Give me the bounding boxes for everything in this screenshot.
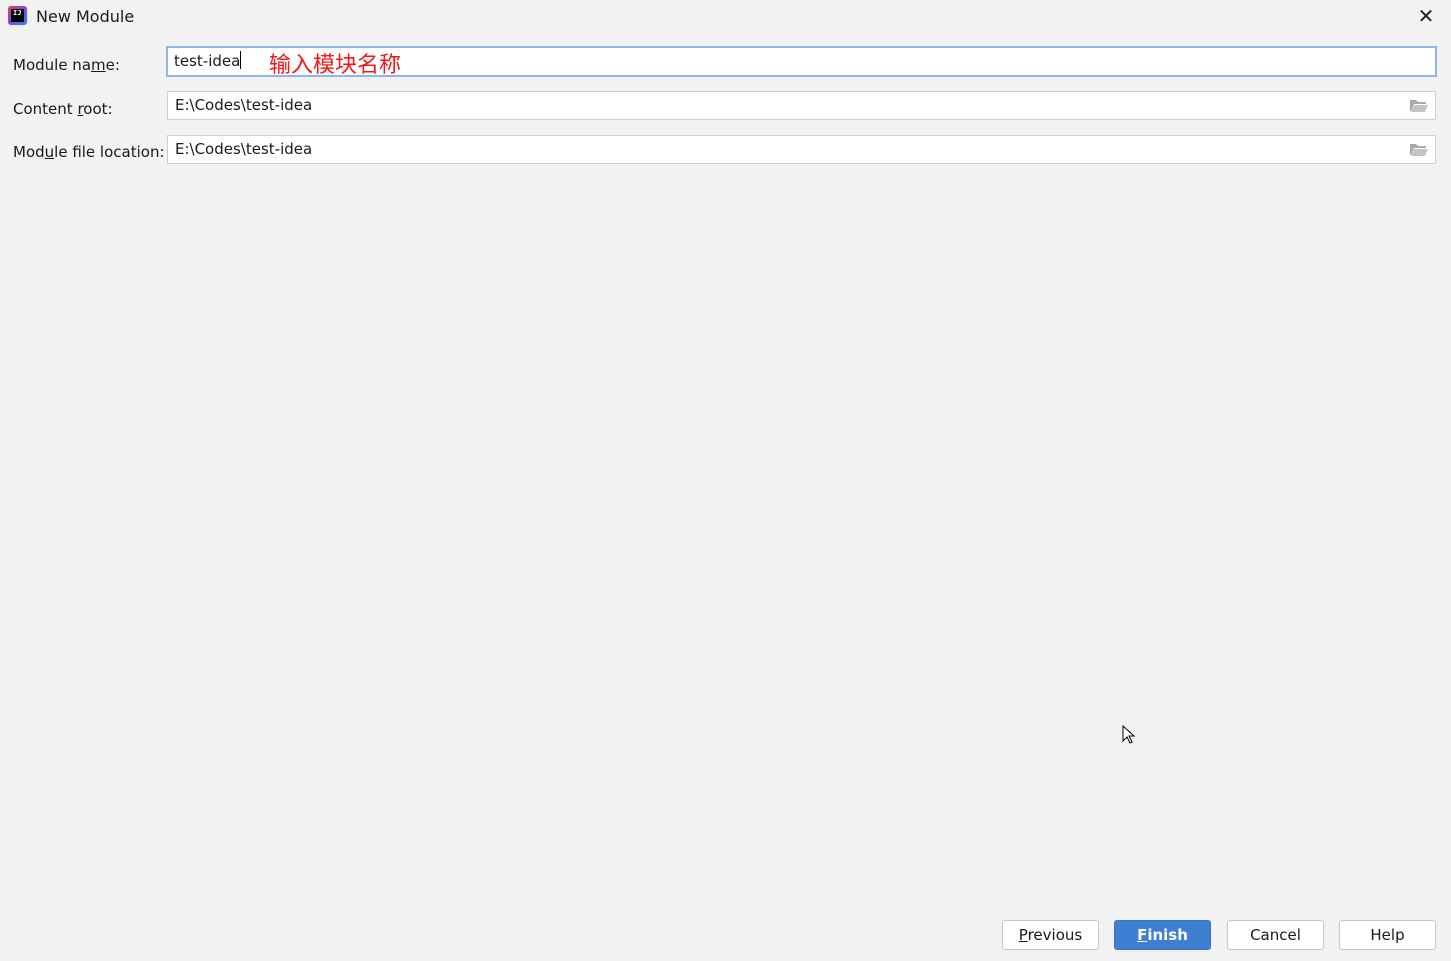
finish-button[interactable]: Finish [1114, 920, 1211, 950]
content-root-label: Content root: [13, 100, 113, 118]
folder-icon[interactable] [1410, 99, 1428, 112]
intellij-idea-icon: IJ [8, 6, 27, 25]
text-caret [240, 51, 242, 69]
title-bar: IJ New Module ✕ [0, 0, 1451, 34]
folder-icon[interactable] [1410, 143, 1428, 156]
module-file-location-label: Module file location: [13, 143, 165, 161]
module-file-location-input[interactable]: E:\Codes\test-idea [167, 135, 1436, 164]
module-name-value: test-idea [174, 52, 241, 70]
content-root-value: E:\Codes\test-idea [175, 96, 313, 114]
annotation-text: 输入模块名称 [269, 53, 402, 78]
module-file-location-value: E:\Codes\test-idea [175, 140, 313, 158]
content-root-input[interactable]: E:\Codes\test-idea [167, 91, 1436, 120]
mouse-cursor-icon [1122, 725, 1136, 744]
help-button[interactable]: Help [1339, 920, 1436, 950]
module-name-input[interactable]: test-idea 输入模块名称 [166, 46, 1437, 78]
close-icon[interactable]: ✕ [1414, 4, 1438, 28]
module-name-label: Module name: [13, 56, 120, 74]
previous-button[interactable]: Previous [1002, 920, 1099, 950]
window-title: New Module [36, 7, 135, 26]
cancel-button[interactable]: Cancel [1227, 920, 1324, 950]
